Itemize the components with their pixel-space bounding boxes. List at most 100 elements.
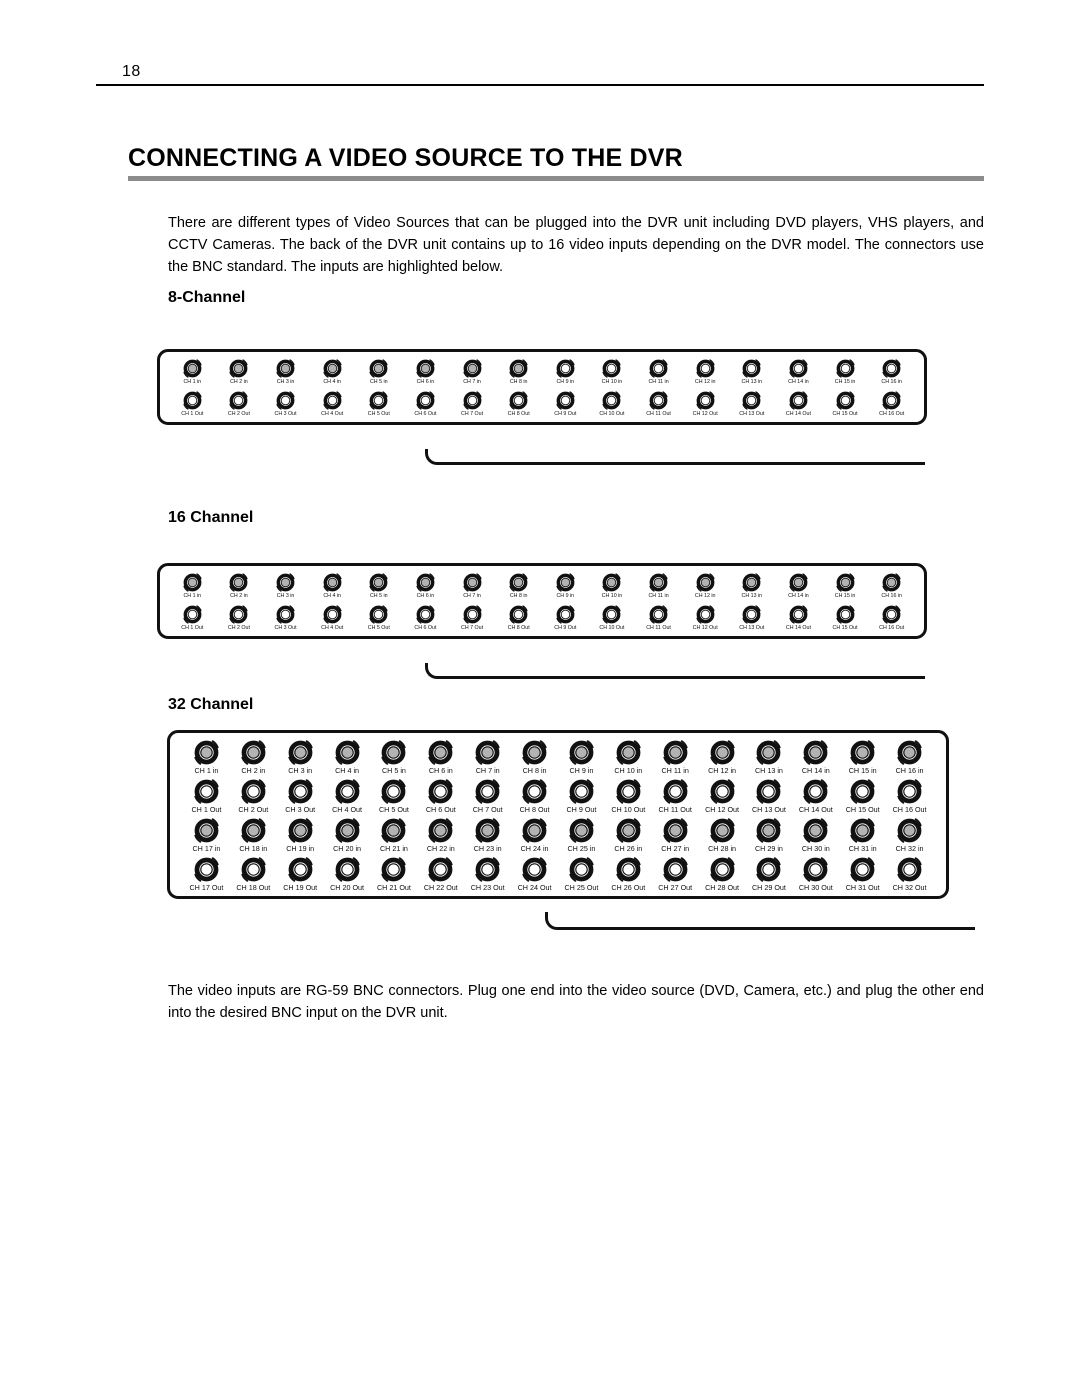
bnc-connector[interactable]: CH 5 in — [356, 359, 403, 386]
bnc-connector[interactable]: CH 9 in — [558, 740, 605, 775]
bnc-connector[interactable]: CH 31 Out — [839, 857, 886, 892]
bnc-connector[interactable]: CH 10 in — [589, 359, 636, 386]
bnc-connector[interactable]: CH 25 Out — [558, 857, 605, 892]
bnc-connector[interactable]: CH 12 in — [699, 740, 746, 775]
bnc-connector[interactable]: CH 21 in — [371, 818, 418, 853]
bnc-connector[interactable]: CH 4 in — [309, 573, 356, 600]
bnc-connector[interactable]: CH 18 in — [230, 818, 277, 853]
bnc-connector[interactable]: CH 6 Out — [402, 391, 449, 418]
bnc-connector[interactable]: CH 8 Out — [495, 605, 542, 632]
bnc-connector[interactable]: CH 4 Out — [324, 779, 371, 814]
bnc-connector[interactable]: CH 2 in — [216, 359, 263, 386]
bnc-connector[interactable]: CH 1 Out — [183, 779, 230, 814]
bnc-connector[interactable]: CH 11 in — [652, 740, 699, 775]
bnc-connector[interactable]: CH 13 Out — [729, 605, 776, 632]
bnc-connector[interactable]: CH 30 in — [792, 818, 839, 853]
bnc-connector[interactable]: CH 32 Out — [886, 857, 933, 892]
bnc-connector[interactable]: CH 19 Out — [277, 857, 324, 892]
bnc-connector[interactable]: CH 31 in — [839, 818, 886, 853]
bnc-connector[interactable]: CH 15 in — [822, 359, 869, 386]
bnc-connector[interactable]: CH 28 Out — [699, 857, 746, 892]
bnc-connector[interactable]: CH 8 Out — [511, 779, 558, 814]
bnc-connector[interactable]: CH 7 in — [464, 740, 511, 775]
bnc-connector[interactable]: CH 1 in — [183, 740, 230, 775]
bnc-connector[interactable]: CH 19 in — [277, 818, 324, 853]
bnc-connector[interactable]: CH 9 Out — [542, 391, 589, 418]
bnc-connector[interactable]: CH 32 in — [886, 818, 933, 853]
bnc-connector[interactable]: CH 10 Out — [605, 779, 652, 814]
bnc-connector[interactable]: CH 5 Out — [356, 391, 403, 418]
bnc-connector[interactable]: CH 11 Out — [635, 605, 682, 632]
bnc-connector[interactable]: CH 5 in — [356, 573, 403, 600]
bnc-connector[interactable]: CH 29 in — [746, 818, 793, 853]
bnc-connector[interactable]: CH 23 in — [464, 818, 511, 853]
bnc-connector[interactable]: CH 9 Out — [558, 779, 605, 814]
bnc-connector[interactable]: CH 20 Out — [324, 857, 371, 892]
bnc-connector[interactable]: CH 30 Out — [792, 857, 839, 892]
bnc-connector[interactable]: CH 22 in — [417, 818, 464, 853]
bnc-connector[interactable]: CH 20 in — [324, 818, 371, 853]
bnc-connector[interactable]: CH 27 in — [652, 818, 699, 853]
bnc-connector[interactable]: CH 14 in — [775, 573, 822, 600]
bnc-connector[interactable]: CH 9 in — [542, 359, 589, 386]
bnc-connector[interactable]: CH 6 Out — [402, 605, 449, 632]
bnc-connector[interactable]: CH 24 Out — [511, 857, 558, 892]
bnc-connector[interactable]: CH 9 Out — [542, 605, 589, 632]
bnc-connector[interactable]: CH 7 Out — [464, 779, 511, 814]
bnc-connector[interactable]: CH 13 Out — [729, 391, 776, 418]
bnc-connector[interactable]: CH 2 in — [230, 740, 277, 775]
bnc-connector[interactable]: CH 25 in — [558, 818, 605, 853]
bnc-connector[interactable]: CH 10 Out — [589, 391, 636, 418]
bnc-connector[interactable]: CH 26 Out — [605, 857, 652, 892]
bnc-connector[interactable]: CH 12 Out — [682, 391, 729, 418]
bnc-connector[interactable]: CH 1 in — [169, 359, 216, 386]
bnc-connector[interactable]: CH 14 Out — [775, 605, 822, 632]
bnc-connector[interactable]: CH 15 Out — [822, 605, 869, 632]
bnc-connector[interactable]: CH 9 in — [542, 573, 589, 600]
bnc-connector[interactable]: CH 8 in — [511, 740, 558, 775]
bnc-connector[interactable]: CH 8 in — [495, 573, 542, 600]
bnc-connector[interactable]: CH 23 Out — [464, 857, 511, 892]
bnc-connector[interactable]: CH 14 Out — [792, 779, 839, 814]
bnc-connector[interactable]: CH 11 Out — [635, 391, 682, 418]
bnc-connector[interactable]: CH 27 Out — [652, 857, 699, 892]
bnc-connector[interactable]: CH 3 in — [277, 740, 324, 775]
bnc-connector[interactable]: CH 16 in — [868, 573, 915, 600]
bnc-connector[interactable]: CH 10 Out — [589, 605, 636, 632]
bnc-connector[interactable]: CH 14 Out — [775, 391, 822, 418]
bnc-connector[interactable]: CH 12 Out — [699, 779, 746, 814]
bnc-connector[interactable]: CH 17 Out — [183, 857, 230, 892]
bnc-connector[interactable]: CH 28 in — [699, 818, 746, 853]
bnc-connector[interactable]: CH 6 in — [402, 573, 449, 600]
bnc-connector[interactable]: CH 4 Out — [309, 605, 356, 632]
bnc-connector[interactable]: CH 10 in — [605, 740, 652, 775]
bnc-connector[interactable]: CH 5 Out — [371, 779, 418, 814]
bnc-connector[interactable]: CH 11 in — [635, 359, 682, 386]
bnc-connector[interactable]: CH 2 in — [216, 573, 263, 600]
bnc-connector[interactable]: CH 5 in — [371, 740, 418, 775]
bnc-connector[interactable]: CH 5 Out — [356, 605, 403, 632]
bnc-connector[interactable]: CH 16 Out — [868, 391, 915, 418]
bnc-connector[interactable]: CH 12 in — [682, 573, 729, 600]
bnc-connector[interactable]: CH 3 Out — [277, 779, 324, 814]
bnc-connector[interactable]: CH 3 Out — [262, 605, 309, 632]
bnc-connector[interactable]: CH 13 in — [729, 573, 776, 600]
bnc-connector[interactable]: CH 8 in — [495, 359, 542, 386]
bnc-connector[interactable]: CH 16 in — [868, 359, 915, 386]
bnc-connector[interactable]: CH 7 Out — [449, 391, 496, 418]
bnc-connector[interactable]: CH 11 in — [635, 573, 682, 600]
bnc-connector[interactable]: CH 16 Out — [886, 779, 933, 814]
bnc-connector[interactable]: CH 24 in — [511, 818, 558, 853]
bnc-connector[interactable]: CH 3 in — [262, 573, 309, 600]
bnc-connector[interactable]: CH 26 in — [605, 818, 652, 853]
bnc-connector[interactable]: CH 7 in — [449, 359, 496, 386]
bnc-connector[interactable]: CH 2 Out — [216, 605, 263, 632]
bnc-connector[interactable]: CH 13 Out — [746, 779, 793, 814]
bnc-connector[interactable]: CH 12 in — [682, 359, 729, 386]
bnc-connector[interactable]: CH 14 in — [775, 359, 822, 386]
bnc-connector[interactable]: CH 10 in — [589, 573, 636, 600]
bnc-connector[interactable]: CH 16 in — [886, 740, 933, 775]
bnc-connector[interactable]: CH 7 in — [449, 573, 496, 600]
bnc-connector[interactable]: CH 3 in — [262, 359, 309, 386]
bnc-connector[interactable]: CH 14 in — [792, 740, 839, 775]
